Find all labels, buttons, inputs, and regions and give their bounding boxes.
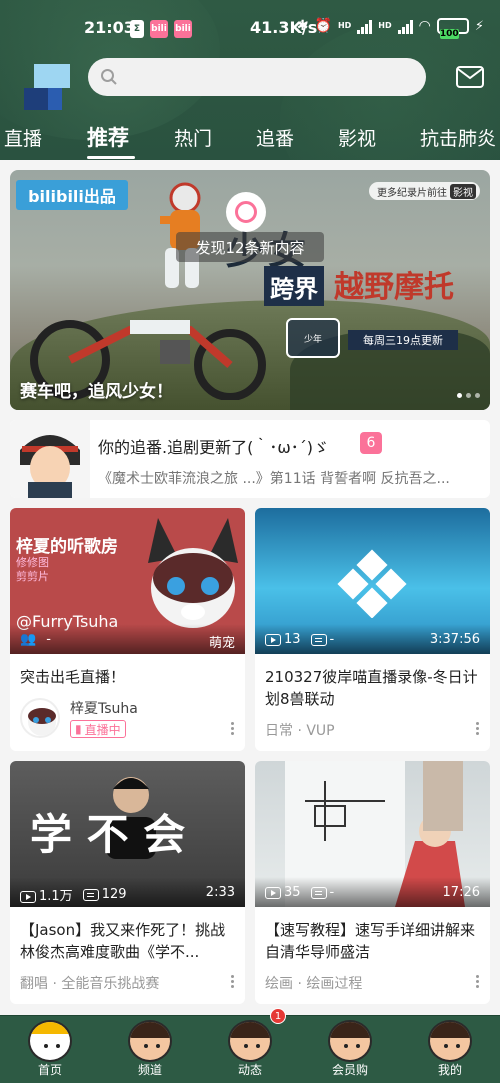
app-header: 21:03 Σ bili bili 41.3K/s ✱ ⏰ HD HD ◠ 10… xyxy=(0,0,500,160)
anime-character-avatar xyxy=(10,420,90,498)
video-card[interactable]: 学 不 会 1.1万 129 2:33 【Jason】我又来作死了！挑战林俊杰高难… xyxy=(10,761,245,1004)
nav-home[interactable]: 首页 xyxy=(0,1016,100,1083)
video-title: 210327彼岸喵直播录像-冬日计划8兽联动 xyxy=(265,668,478,708)
mine-mascot-icon xyxy=(428,1020,472,1062)
video-thumbnail: 学 不 会 1.1万 129 2:33 xyxy=(10,761,245,907)
status-bar: 21:03 Σ bili bili 41.3K/s ✱ ⏰ HD HD ◠ 10… xyxy=(0,0,500,56)
tab-live[interactable]: 直播 xyxy=(4,124,42,151)
status-icons: ✱ ⏰ HD HD ◠ 100 ⚡ xyxy=(296,18,484,39)
user-group-icon: 👥 xyxy=(20,632,37,647)
notification-badge: 1 xyxy=(270,1008,286,1024)
hd-icon: HD xyxy=(378,21,392,30)
more-documentary-link[interactable]: 更多纪录片前往 影视 xyxy=(369,182,480,200)
tab-covid[interactable]: 抗击肺炎 xyxy=(420,124,496,151)
video-thumbnail: 梓夏的听歌房 修修图 剪剪片 @FurryTsuha 👥 - 萌宠 xyxy=(10,508,245,654)
nav-dynamic[interactable]: 动态 xyxy=(200,1016,300,1083)
mail-icon[interactable] xyxy=(456,66,484,88)
video-card[interactable]: 35- 17:26 【速写教程】速写手详细讲解来自清华导师盛洁 绘画 · 绘画过… xyxy=(255,761,490,1004)
more-options-icon[interactable] xyxy=(231,722,235,736)
bangumi-subtitle: 《魔术士欧菲流浪之旅 ...》第11话 背誓者啊 反抗吾之... xyxy=(98,471,450,487)
bilibili-notification-icon: bili xyxy=(174,20,192,38)
alarm-icon: ⏰ xyxy=(314,18,332,34)
home-mascot-icon xyxy=(28,1020,72,1062)
danmaku-icon xyxy=(310,633,327,646)
charging-icon: ⚡ xyxy=(474,18,484,34)
schedule-label: 每周三19点更新 xyxy=(348,330,458,350)
video-card[interactable]: 13- 3:37:56 210327彼岸喵直播录像-冬日计划8兽联动 日常 · … xyxy=(255,508,490,751)
thumbnail-meta: 👥 - 萌宠 xyxy=(10,624,245,654)
nav-mall[interactable]: 会员购 xyxy=(300,1016,400,1083)
bottom-navigation: 首页 频道 动态 会员购 我的 xyxy=(0,1015,500,1083)
dynamic-mascot-icon xyxy=(228,1020,272,1062)
bangumi-title: 你的追番.追剧更新了(｀･ω･´)ゞ xyxy=(98,438,329,457)
search-bar[interactable] xyxy=(88,58,426,96)
bilibili-notification-icon: bili xyxy=(150,20,168,38)
thumbnail-meta: 35- 17:26 xyxy=(255,877,490,907)
more-options-icon[interactable] xyxy=(476,722,480,736)
live-bars-icon: ▮ xyxy=(75,722,82,736)
banner-caption: 赛车吧，追风少女！ xyxy=(20,382,173,402)
live-status-badge: ▮ 直播中 xyxy=(70,720,126,738)
video-thumbnail: 13- 3:37:56 xyxy=(255,508,490,654)
bilibili-original-badge: bilibili出品 xyxy=(16,180,128,210)
nav-channel[interactable]: 频道 xyxy=(100,1016,200,1083)
video-card[interactable]: 梓夏的听歌房 修修图 剪剪片 @FurryTsuha 👥 - 萌宠 突击出毛直播！… xyxy=(10,508,245,751)
uploader-name[interactable]: 梓夏Tsuha xyxy=(70,698,138,718)
tab-movies[interactable]: 影视 xyxy=(338,124,376,151)
game-logo-icon xyxy=(337,549,407,618)
status-time: 21:03 xyxy=(84,18,135,37)
sigma-app-icon: Σ xyxy=(130,20,144,38)
mall-mascot-icon xyxy=(328,1020,372,1062)
play-count-icon xyxy=(20,890,36,903)
video-thumbnail: 35- 17:26 xyxy=(255,761,490,907)
play-count-icon xyxy=(265,633,281,646)
refresh-spinner-icon xyxy=(226,192,266,232)
carousel-indicator xyxy=(457,393,480,398)
user-avatar[interactable] xyxy=(24,64,70,110)
video-tags: 翻唱 · 全能音乐挑战赛 xyxy=(20,976,160,992)
thumbnail-meta: 1.1万 129 2:33 xyxy=(10,877,245,907)
label-crossover: 跨界 xyxy=(264,266,324,306)
battery-icon: 100 xyxy=(436,18,469,39)
more-options-icon[interactable] xyxy=(476,975,480,989)
play-count-icon xyxy=(265,886,281,899)
bangumi-update-card[interactable]: 你的追番.追剧更新了(｀･ω･´)ゞ 6 《魔术士欧菲流浪之旅 ...》第11话… xyxy=(10,420,490,498)
tab-recommend[interactable]: 推荐 xyxy=(87,122,129,152)
danmaku-icon xyxy=(310,886,327,899)
video-tags: 绘画 · 绘画过程 xyxy=(265,976,363,992)
nav-mine[interactable]: 我的 xyxy=(400,1016,500,1083)
wifi-icon: ◠ xyxy=(418,18,431,34)
video-title: 【Jason】我又来作死了！挑战林俊杰高难度歌曲《学不... xyxy=(20,921,226,961)
channel-mascot-icon xyxy=(128,1020,172,1062)
label-motocross: 越野摩托 xyxy=(334,270,454,305)
search-icon xyxy=(101,69,117,85)
thumbnail-meta: 13- 3:37:56 xyxy=(255,624,490,654)
search-input[interactable] xyxy=(124,69,404,85)
update-count-badge: 6 xyxy=(360,432,382,454)
tab-popular[interactable]: 热门 xyxy=(174,124,212,151)
video-title: 【速写教程】速写手详细讲解来自清华导师盛洁 xyxy=(265,921,476,961)
more-options-icon[interactable] xyxy=(231,975,235,989)
category-tabs: 直播 推荐 热门 追番 影视 抗击肺炎 xyxy=(0,118,500,160)
bluetooth-icon: ✱ xyxy=(296,18,309,34)
tab-bangumi[interactable]: 追番 xyxy=(256,124,294,151)
danmaku-icon xyxy=(82,888,99,901)
little-giants-logo: 少年 xyxy=(286,318,340,358)
signal-icon xyxy=(357,18,373,34)
active-tab-indicator xyxy=(87,156,135,159)
hd-icon: HD xyxy=(337,21,352,30)
new-content-toast: 发现12条新内容 xyxy=(176,232,324,262)
thumbnail-text: 学 不 会 xyxy=(30,810,186,859)
video-tags: 日常 · VUP xyxy=(265,723,335,739)
signal-icon xyxy=(397,18,413,34)
uploader-avatar[interactable] xyxy=(20,698,60,738)
